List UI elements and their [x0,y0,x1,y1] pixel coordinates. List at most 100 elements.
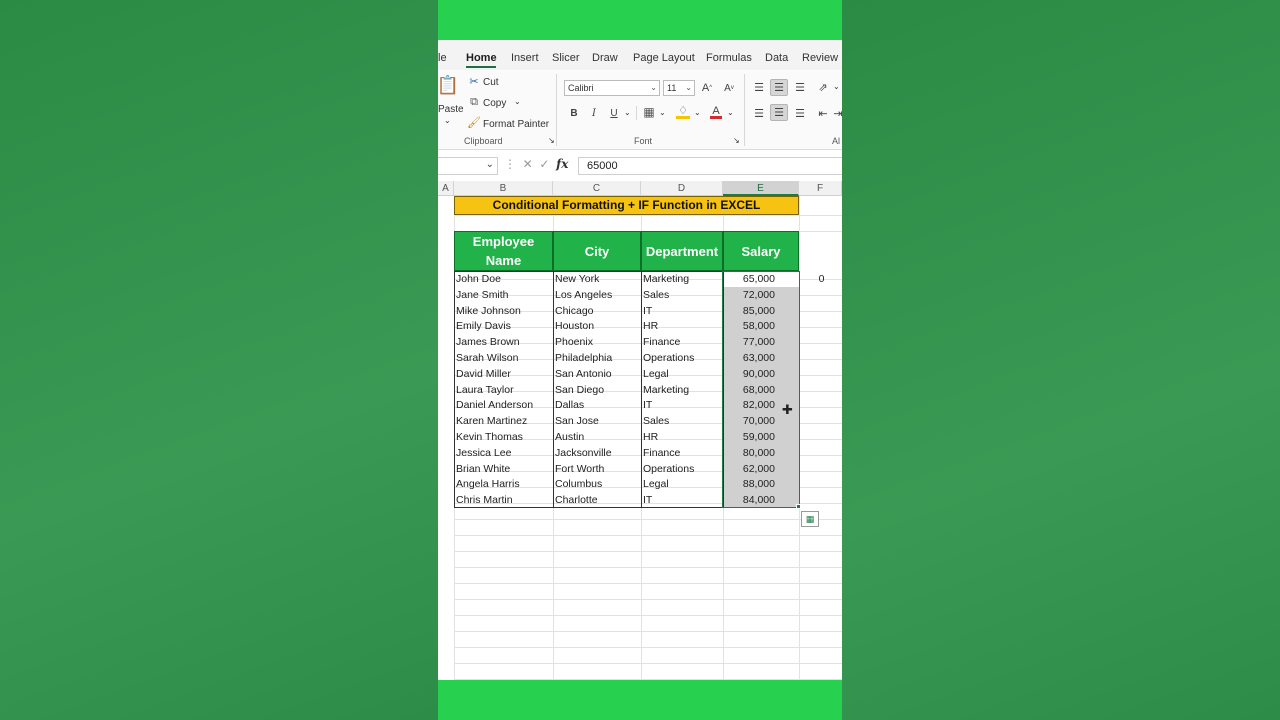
paste-dropdown-icon[interactable]: ⌄ [444,116,451,125]
column-header-a[interactable]: A [438,181,454,196]
top-align-icon[interactable]: ☰ [752,80,766,94]
cell-employee-name[interactable]: Brian White [454,461,553,477]
tab-home[interactable]: Home [466,52,497,64]
cell-city[interactable]: Houston [553,318,641,334]
cell-city[interactable]: Los Angeles [553,287,641,303]
cell-employee-name[interactable]: Laura Taylor [454,382,553,398]
decrease-indent-icon[interactable]: ⇤ [816,106,830,120]
cell-employee-name[interactable]: Kevin Thomas [454,429,553,445]
font-color-icon[interactable]: A [710,105,722,119]
cell-salary[interactable]: 84,000 [723,492,799,508]
align-center-icon[interactable]: ☰ [770,104,788,121]
column-header-c[interactable]: C [553,181,641,196]
tab-formulas[interactable]: Formulas [706,52,752,64]
cell-city[interactable]: Columbus [553,476,641,492]
cell-salary[interactable]: 77,000 [723,334,799,350]
cell-department[interactable]: HR [641,318,723,334]
column-header-e[interactable]: E [723,181,799,196]
cell-department[interactable]: Marketing [641,271,723,287]
copy-dropdown-icon[interactable]: ⌄ [514,97,521,106]
cell-salary[interactable]: 85,000 [723,303,799,319]
cell-employee-name[interactable]: David Miller [454,366,553,382]
underline-dropdown-icon[interactable]: ⌄ [624,108,631,117]
cell-department[interactable]: Legal [641,476,723,492]
cell-salary[interactable]: 90,000 [723,366,799,382]
decrease-font-size-icon[interactable]: Av [722,80,736,96]
paste-button[interactable]: Paste [438,104,464,115]
align-left-icon[interactable]: ☰ [752,106,766,120]
cell-salary[interactable]: 80,000 [723,445,799,461]
formula-input[interactable]: 65000 [578,157,842,175]
cell-employee-name[interactable]: Jessica Lee [454,445,553,461]
cell-city[interactable]: Chicago [553,303,641,319]
quick-analysis-icon[interactable]: ▦ [801,511,819,527]
cell-employee-name[interactable]: Mike Johnson [454,303,553,319]
cell-department[interactable]: IT [641,397,723,413]
bottom-align-icon[interactable]: ☰ [793,80,807,94]
borders-dropdown-icon[interactable]: ⌄ [659,108,666,117]
italic-button[interactable]: I [588,106,600,120]
cell-employee-name[interactable]: Chris Martin [454,492,553,508]
cell-department[interactable]: Operations [641,350,723,366]
cell-department[interactable]: HR [641,429,723,445]
copy-button[interactable]: Copy [483,98,506,109]
cell-employee-name[interactable]: Angela Harris [454,476,553,492]
cell-city[interactable]: San Diego [553,382,641,398]
cell-employee-name[interactable]: Karen Martinez [454,413,553,429]
cell-department[interactable]: Finance [641,334,723,350]
tab-review[interactable]: Review [802,52,838,64]
cell-city[interactable]: Phoenix [553,334,641,350]
cell-city[interactable]: New York [553,271,641,287]
cut-button[interactable]: Cut [483,77,499,88]
font-launcher-icon[interactable]: ↘ [733,136,740,145]
cell-city[interactable]: Jacksonville [553,445,641,461]
cell-employee-name[interactable]: Jane Smith [454,287,553,303]
cell-salary[interactable]: 58,000 [723,318,799,334]
cell-salary[interactable]: 59,000 [723,429,799,445]
column-header-b[interactable]: B [454,181,553,196]
cell-department[interactable]: IT [641,303,723,319]
tab-draw[interactable]: Draw [592,52,618,64]
orientation-icon[interactable]: ⇗ [816,80,830,94]
underline-button[interactable]: U [608,106,620,120]
cell-salary[interactable]: 62,000 [723,461,799,477]
cell-employee-name[interactable]: James Brown [454,334,553,350]
column-header-d[interactable]: D [641,181,723,196]
copy-icon[interactable]: ⧉ [468,96,480,108]
fill-color-dropdown-icon[interactable]: ⌄ [694,108,701,117]
name-box[interactable]: ⌄ [438,157,498,175]
cell-department[interactable]: Sales [641,413,723,429]
more-options-icon[interactable]: ⋮ [504,157,516,171]
cell-department[interactable]: IT [641,492,723,508]
cell-salary[interactable]: 72,000 [723,287,799,303]
borders-icon[interactable]: ▦ [642,105,656,119]
header-salary[interactable]: Salary [723,231,799,271]
cell-salary[interactable]: 88,000 [723,476,799,492]
align-right-icon[interactable]: ☰ [793,106,807,120]
orientation-dropdown-icon[interactable]: ⌄ [833,82,840,91]
cell-salary[interactable]: 68,000 [723,382,799,398]
cell-city[interactable]: Dallas [553,397,641,413]
bold-button[interactable]: B [568,106,580,120]
fill-color-icon[interactable]: ♢ [676,105,690,119]
cell-salary[interactable]: 63,000 [723,350,799,366]
cell-city[interactable]: San Antonio [553,366,641,382]
tab-le[interactable]: le [438,52,447,64]
cell-employee-name[interactable]: Daniel Anderson [454,397,553,413]
cell-city[interactable]: San Jose [553,413,641,429]
clipboard-launcher-icon[interactable]: ↘ [548,136,555,145]
increase-indent-icon[interactable]: ⇥ [833,106,842,120]
fill-handle[interactable] [796,504,801,509]
sheet-title[interactable]: Conditional Formatting + IF Function in … [454,196,799,215]
paste-icon[interactable]: 📋 [438,74,459,96]
cell-city[interactable]: Philadelphia [553,350,641,366]
header-employee-name[interactable]: Employee Name [454,231,553,271]
cell-employee-name[interactable]: Emily Davis [454,318,553,334]
font-name-combo[interactable]: Calibri ⌄ [564,80,660,96]
font-size-combo[interactable]: 11 ⌄ [663,80,695,96]
cell-f-value[interactable]: 0 [801,271,842,287]
insert-function-icon[interactable]: fx [556,157,568,171]
header-city[interactable]: City [553,231,641,271]
cell-salary[interactable]: 65,000 [723,271,799,287]
cell-department[interactable]: Sales [641,287,723,303]
